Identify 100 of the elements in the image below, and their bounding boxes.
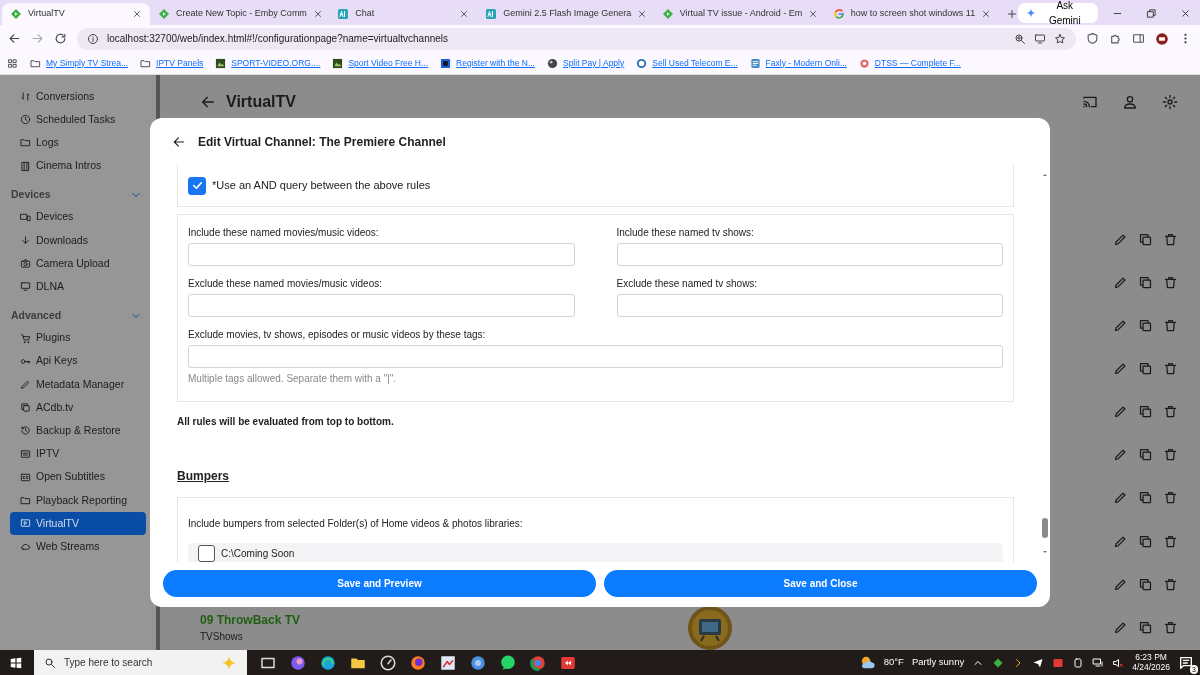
plus-icon[interactable]: [1005, 8, 1018, 20]
sidebar-item[interactable]: Open Subtitles: [10, 465, 146, 489]
sidebar-item[interactable]: Scheduled Tasks: [10, 108, 146, 132]
checkbox[interactable]: [198, 544, 215, 562]
search-field[interactable]: Type here to search: [34, 650, 247, 675]
copy-icon[interactable]: [1138, 533, 1153, 549]
monitor-icon[interactable]: [1034, 32, 1046, 45]
delete-icon[interactable]: [1163, 447, 1178, 463]
copy-icon[interactable]: [1138, 447, 1153, 463]
delete-icon[interactable]: [1163, 533, 1178, 549]
sidebar-item[interactable]: Web Streams: [10, 535, 146, 559]
scroll-up-icon[interactable]: [1041, 171, 1049, 179]
chat-bubble-icon[interactable]: [499, 653, 517, 672]
back-icon[interactable]: [8, 32, 21, 45]
checkbox[interactable]: [188, 176, 206, 195]
notification-icon[interactable]: [1178, 654, 1194, 671]
puzzle-icon[interactable]: [1109, 32, 1122, 45]
close-icon[interactable]: [132, 9, 142, 19]
input-field[interactable]: [188, 294, 575, 317]
sidebar-item[interactable]: Plugins: [10, 326, 146, 350]
browser-tab[interactable]: Gemini 2.5 Flash Image Genera: [477, 3, 654, 25]
copy-icon[interactable]: [1138, 404, 1153, 420]
browser-tab[interactable]: Chat: [329, 3, 478, 25]
delete-icon[interactable]: [1163, 232, 1178, 247]
reload-icon[interactable]: [54, 32, 67, 45]
close-icon[interactable]: [808, 9, 819, 19]
copy-icon[interactable]: [1138, 318, 1153, 334]
sidebar-item[interactable]: Devices: [10, 205, 146, 229]
copy-icon[interactable]: [1138, 490, 1153, 506]
clock[interactable]: 6:23 PM 4/24/2026: [1132, 652, 1170, 673]
ask-button[interactable]: Ask Gemini: [1017, 3, 1098, 23]
sidebar-item[interactable]: Api Keys: [10, 349, 146, 373]
circle-logo-icon[interactable]: [469, 653, 487, 672]
send-icon[interactable]: [1032, 656, 1045, 669]
close-icon[interactable]: [312, 9, 323, 19]
copy-icon[interactable]: [1138, 576, 1153, 592]
delete-icon[interactable]: [1163, 490, 1178, 506]
windows-logo-icon[interactable]: [9, 655, 23, 670]
delete-icon[interactable]: [1163, 404, 1178, 420]
sidebar-item[interactable]: IPTV: [10, 442, 146, 466]
save-button[interactable]: Save and Preview: [163, 570, 596, 597]
input-field[interactable]: [188, 243, 575, 266]
delete-icon[interactable]: [1163, 576, 1178, 592]
edit-icon[interactable]: [1113, 620, 1128, 636]
fox-icon[interactable]: [409, 653, 427, 672]
browser-tab[interactable]: Create New Topic - Emby Comm: [150, 3, 330, 25]
edit-icon[interactable]: [1113, 361, 1128, 377]
close-icon[interactable]: [459, 9, 470, 19]
scroll-down-icon[interactable]: [1041, 548, 1049, 556]
delete-icon[interactable]: [1163, 275, 1178, 291]
edit-icon[interactable]: [1113, 275, 1128, 291]
sidebar-item[interactable]: Cinema Intros: [10, 154, 146, 178]
bookmark[interactable]: Sport Video Free H...: [332, 56, 429, 70]
edit-icon[interactable]: [1113, 318, 1128, 334]
browser-tab[interactable]: Virtual TV issue - Android - Em: [653, 3, 825, 25]
bookmark[interactable]: My Simply TV Strea...: [30, 56, 129, 70]
info-icon[interactable]: [87, 32, 99, 45]
sidebar-item[interactable]: Downloads: [10, 228, 146, 253]
sidebar-item[interactable]: Logs: [10, 131, 146, 155]
bookmark[interactable]: SPORT-VIDEO.ORG....: [215, 56, 321, 70]
sidebar-item[interactable]: Backup & Restore: [10, 419, 146, 443]
browser-icon[interactable]: [529, 653, 547, 672]
side-panel-icon[interactable]: [1132, 32, 1145, 45]
sidebar-item[interactable]: Metadata Manager: [10, 372, 146, 397]
star-icon[interactable]: [1054, 32, 1066, 45]
sidebar-item[interactable]: Playback Reporting: [10, 488, 146, 512]
swirl-icon[interactable]: [289, 653, 307, 672]
network-icon[interactable]: [1092, 656, 1105, 669]
sidebar-item[interactable]: ACdb.tv: [10, 396, 146, 420]
input-field[interactable]: [616, 243, 1003, 266]
bookmark[interactable]: Split Pay | Apply: [546, 56, 625, 70]
copy-icon[interactable]: [1138, 361, 1153, 377]
bookmark[interactable]: IPTV Panels: [140, 56, 204, 70]
sidebar-item[interactable]: VirtualTV: [10, 512, 146, 536]
input-field[interactable]: [616, 294, 1003, 317]
delete-icon[interactable]: [1163, 361, 1178, 377]
settings-icon[interactable]: [1162, 93, 1178, 110]
input-field[interactable]: [188, 345, 1003, 368]
copy-icon[interactable]: [1138, 232, 1153, 247]
address-bar[interactable]: localhost:32700/web/index.html#!/configurationpage?name=virtualtvchannels: [77, 27, 1076, 50]
speaker-muted-icon[interactable]: [1112, 656, 1125, 669]
scroll-thumb[interactable]: [1042, 518, 1048, 538]
apps-grid-icon[interactable]: [7, 57, 18, 69]
sidebar-item[interactable]: Conversions: [10, 85, 146, 109]
back-icon[interactable]: [172, 134, 186, 149]
user-icon[interactable]: [1122, 93, 1138, 110]
diamond-icon[interactable]: [992, 656, 1005, 669]
edit-icon[interactable]: [1113, 447, 1128, 463]
delete-icon[interactable]: [1163, 620, 1178, 636]
bookmark[interactable]: DTSS — Complete F...: [858, 56, 961, 70]
photo-icon[interactable]: [439, 653, 457, 672]
save-button[interactable]: Save and Close: [604, 570, 1037, 597]
edit-icon[interactable]: [1113, 490, 1128, 506]
copy-icon[interactable]: [1138, 620, 1153, 636]
browser-tab[interactable]: VirtualTV: [2, 3, 150, 25]
restore-icon[interactable]: [1146, 8, 1157, 19]
avatar-icon[interactable]: [1155, 31, 1169, 46]
wave-icon[interactable]: [319, 653, 337, 672]
edit-icon[interactable]: [1113, 404, 1128, 420]
bookmark[interactable]: Faxly - Modern Onli...: [749, 56, 847, 70]
